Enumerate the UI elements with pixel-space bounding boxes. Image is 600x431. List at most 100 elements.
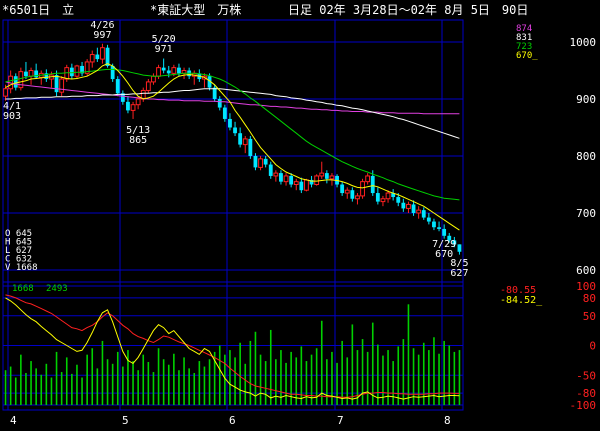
- volume-bar: [9, 366, 12, 405]
- candle-body-down: [289, 175, 294, 185]
- candle-body-down: [350, 190, 355, 199]
- candle-body-up: [156, 67, 161, 77]
- candle-body-down: [212, 87, 217, 99]
- volume-bar: [183, 357, 185, 405]
- volume-bar: [193, 372, 196, 405]
- month-tick-label: 7: [337, 414, 344, 427]
- candle-body-down: [222, 107, 227, 119]
- candle-body-up: [355, 195, 360, 200]
- volume-bar: [137, 370, 139, 405]
- volume-bar: [91, 348, 94, 405]
- volume-bar: [458, 350, 461, 405]
- candle-body-up: [242, 138, 248, 146]
- volume-bar: [152, 372, 155, 405]
- volume-bar: [422, 342, 425, 405]
- price-tick-label: 700: [576, 207, 596, 220]
- volume-bar: [65, 357, 68, 405]
- candle-body-down: [69, 67, 74, 77]
- volume-bar: [428, 350, 430, 405]
- volume-bar: [55, 351, 58, 405]
- candle-body-down: [340, 184, 345, 194]
- candle-body-up: [145, 81, 151, 91]
- candle-body-down: [457, 244, 462, 252]
- volume-bar: [122, 366, 124, 405]
- osc-readout-yellow: -84.52_: [500, 295, 543, 306]
- annotation-value: 627: [450, 268, 468, 279]
- annotation-value: 903: [3, 111, 21, 122]
- volume-bar: [142, 354, 145, 405]
- candle-body-down: [161, 67, 166, 71]
- candle-body-down: [34, 70, 39, 78]
- volume-bar: [86, 354, 88, 405]
- annotation-value: 997: [93, 30, 111, 41]
- volume-bar: [167, 364, 170, 405]
- volume-bar: [336, 362, 338, 405]
- candle-body-down: [253, 156, 258, 168]
- candle-body-down: [54, 75, 59, 93]
- candle-body-down: [268, 164, 273, 176]
- volume-bar: [203, 366, 206, 405]
- candle-body-up: [344, 189, 350, 194]
- candle-body-up: [314, 175, 320, 185]
- volume-bar: [178, 370, 180, 405]
- volume-bar: [40, 374, 43, 405]
- volume-bar: [173, 353, 175, 405]
- candle-body-down: [375, 193, 380, 202]
- candle-body-up: [89, 54, 95, 63]
- annotation-value: 971: [155, 44, 173, 55]
- candle-body-up: [273, 172, 279, 177]
- volume-bar: [14, 377, 17, 405]
- annotation-value: 865: [129, 135, 147, 146]
- volume-bar: [162, 359, 165, 405]
- volume-bar: [224, 354, 226, 405]
- candle-body-up: [416, 209, 422, 214]
- volume-bar: [20, 354, 22, 405]
- volume-bar: [259, 354, 262, 405]
- candle-body-up: [304, 179, 309, 191]
- volume-bar: [392, 361, 394, 405]
- volume-bar: [234, 357, 236, 405]
- month-tick-label: 8: [444, 414, 451, 427]
- candle-body-up: [380, 198, 386, 203]
- period-label: 日足 02年 3月28日～02年 8月 5日 90日: [288, 3, 528, 17]
- volume-bar: [25, 372, 27, 405]
- candle-body-down: [279, 173, 283, 182]
- candle-body-up: [365, 175, 371, 183]
- candle-body-up: [3, 88, 8, 97]
- volume-bar: [45, 363, 48, 405]
- osc-tick-label: -100: [570, 399, 597, 412]
- candle-body-down: [228, 118, 232, 128]
- volume-bar: [76, 364, 78, 405]
- candle-body-down: [13, 76, 18, 88]
- price-tick-label: 600: [576, 264, 596, 277]
- candle-body-up: [329, 175, 335, 180]
- candle-body-up: [406, 203, 411, 209]
- osc-tick-label: 0: [589, 340, 596, 353]
- volume-bar: [300, 346, 303, 405]
- candle-body-down: [95, 54, 100, 60]
- volume-bar: [50, 377, 53, 405]
- volume-bar: [269, 329, 272, 405]
- price-tick-label: 800: [576, 150, 596, 163]
- volume-bar: [443, 340, 445, 405]
- candle-body-up: [130, 104, 136, 111]
- candle-body-down: [432, 221, 436, 228]
- candle-body-down: [217, 99, 222, 108]
- candle-body-down: [166, 70, 171, 74]
- volume-bar: [326, 359, 328, 405]
- candle-body-down: [442, 228, 447, 236]
- volume-bar: [254, 331, 257, 405]
- volume-bar: [60, 372, 63, 405]
- volume-bar: [397, 346, 400, 405]
- candle-body-down: [24, 71, 28, 77]
- volume-bar: [407, 304, 410, 405]
- volume-bar: [387, 350, 389, 405]
- volume-bar: [361, 339, 364, 405]
- volume-bar: [188, 368, 190, 405]
- candle-body-down: [411, 204, 416, 213]
- volume-bar: [433, 337, 435, 405]
- candle-body-down: [238, 133, 243, 145]
- volume-bar: [147, 361, 150, 405]
- candle-body-down: [263, 158, 268, 165]
- volume-bar: [366, 351, 369, 405]
